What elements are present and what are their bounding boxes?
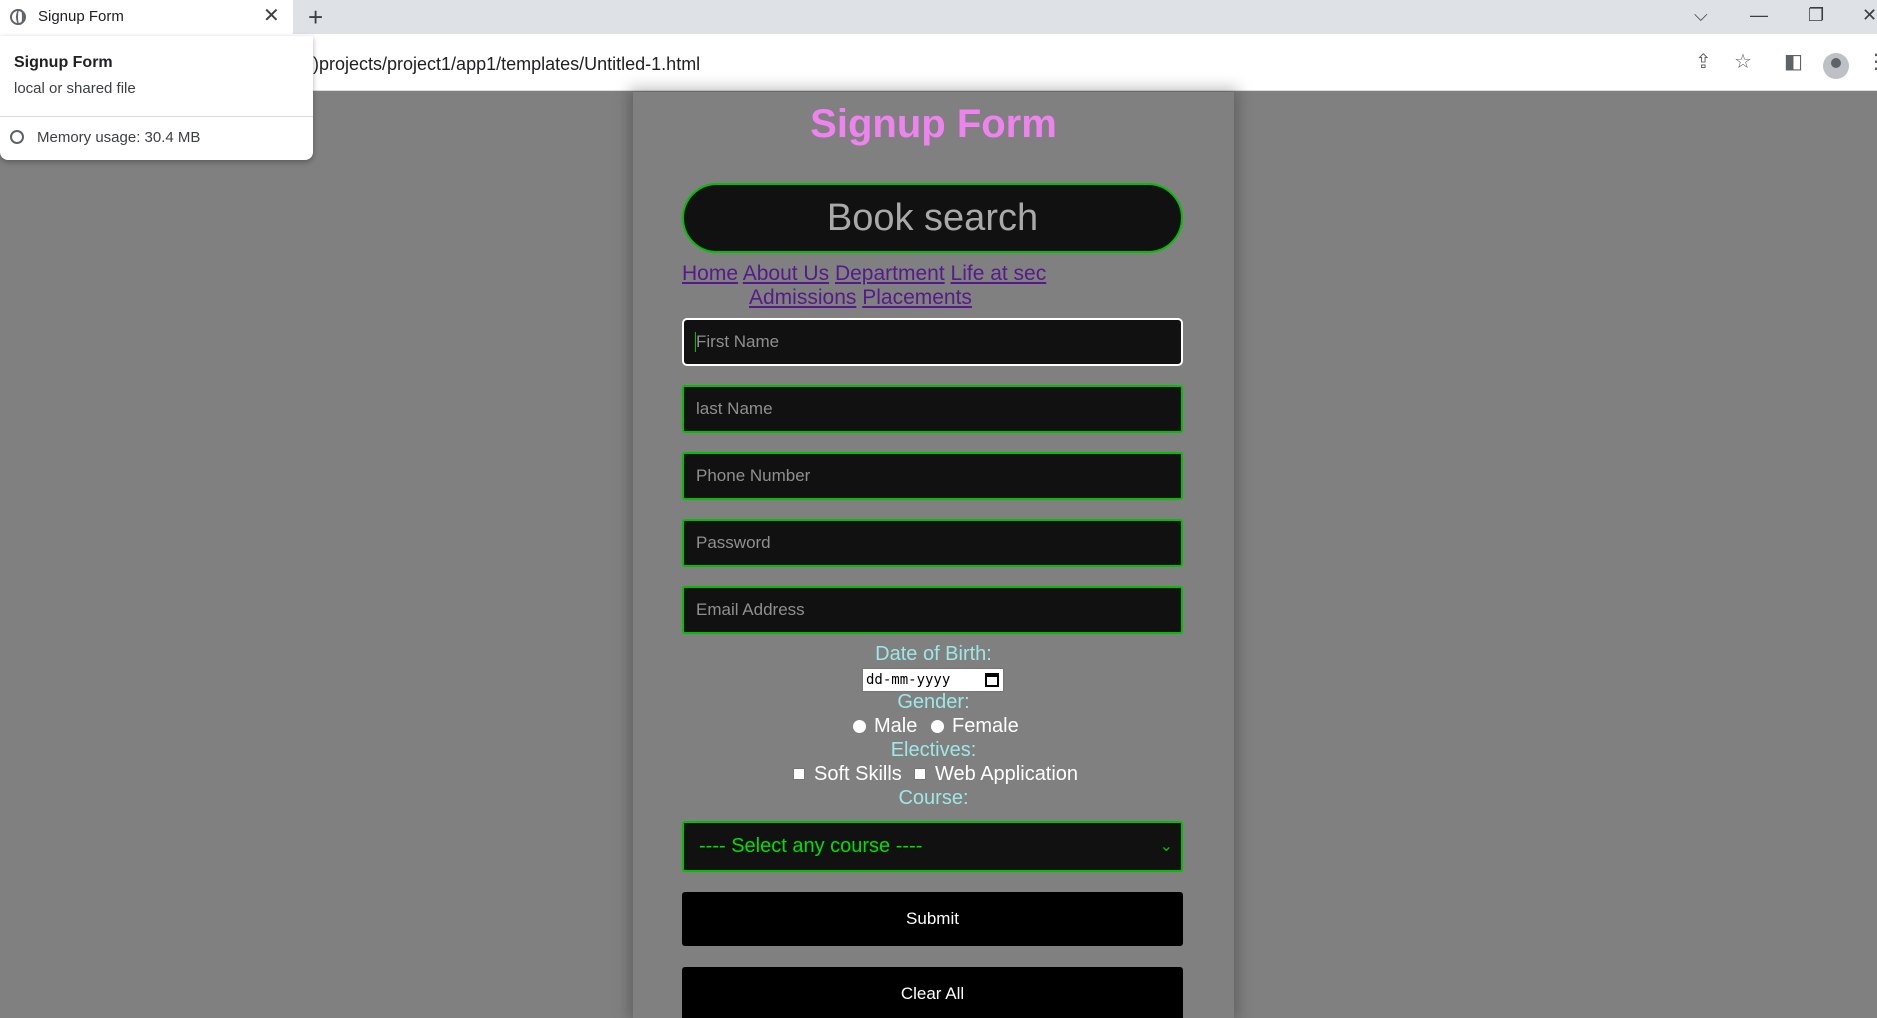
star-icon[interactable]: ☆ [1734, 51, 1752, 73]
gender-label: Gender: [897, 691, 970, 713]
nav-link-about[interactable]: About Us [743, 262, 829, 285]
dob-input[interactable]: dd-mm-yyyy [862, 668, 1004, 692]
profile-avatar[interactable] [1823, 53, 1849, 79]
nav-link-life-at-sec[interactable]: Life at sec [951, 262, 1047, 285]
memory-usage: Memory usage: 30.4 MB [37, 129, 201, 146]
dob-value: dd-mm-yyyy [866, 672, 951, 688]
web-application-checkbox[interactable] [914, 768, 926, 780]
tab-title: Signup Form [38, 8, 124, 25]
gender-female-radio[interactable] [931, 720, 944, 733]
gender-male-radio[interactable] [853, 720, 866, 733]
phone-number-input[interactable]: Phone Number [682, 452, 1183, 500]
web-application-label: Web Application [935, 763, 1079, 785]
soft-skills-checkbox[interactable] [793, 768, 805, 780]
dob-label: Date of Birth: [875, 643, 992, 665]
new-tab-icon[interactable]: + [308, 2, 323, 32]
nav-links: Home About Us Department Life at sec Adm… [682, 262, 1183, 310]
calendar-icon[interactable] [985, 673, 999, 687]
close-window-icon[interactable]: ✕ [1862, 4, 1877, 26]
nav-link-home[interactable]: Home [682, 262, 738, 285]
form-container: Signup Form Book search Home About Us De… [633, 92, 1234, 1018]
divider [0, 116, 313, 117]
gender-male-label: Male [874, 715, 918, 737]
nav-link-placements[interactable]: Placements [862, 286, 972, 309]
restore-icon[interactable]: ❐ [1808, 4, 1824, 26]
email-input[interactable]: Email Address [682, 586, 1183, 634]
gender-female-label: Female [952, 715, 1019, 737]
share-icon[interactable]: ⇪ [1695, 51, 1712, 73]
tab-search-icon[interactable]: ⌵ [1694, 4, 1708, 26]
nav-link-admissions[interactable]: Admissions [749, 286, 856, 309]
password-input[interactable]: Password [682, 519, 1183, 567]
hover-card-subtitle: local or shared file [14, 80, 136, 97]
page-viewport: Signup Form Book search Home About Us De… [0, 92, 1877, 1018]
close-tab-icon[interactable]: ✕ [263, 5, 280, 27]
course-select[interactable]: ---- Select any course ---- ⌄ [682, 821, 1183, 872]
search-input[interactable]: Book search [682, 183, 1183, 253]
menu-icon[interactable]: ⋮ [1866, 51, 1877, 73]
browser-tab[interactable]: Signup Form ✕ [0, 0, 293, 34]
tab-strip: Signup Form ✕ + ⌵ — ❐ ✕ [0, 0, 1877, 34]
hover-card-title: Signup Form [14, 54, 113, 71]
last-name-input[interactable]: last Name [682, 385, 1183, 433]
course-label: Course: [898, 787, 969, 809]
memory-icon [10, 130, 24, 144]
submit-button[interactable]: Submit [682, 892, 1183, 946]
soft-skills-label: Soft Skills [814, 763, 902, 785]
url-text[interactable]: )projects/project1/app1/templates/Untitl… [313, 54, 700, 75]
clear-all-button[interactable]: Clear All [682, 967, 1183, 1018]
tab-hover-card: Signup Form local or shared file Memory … [0, 36, 313, 160]
nav-link-department[interactable]: Department [835, 262, 945, 285]
side-panel-icon[interactable]: ◧ [1784, 51, 1803, 73]
first-name-input[interactable]: First Name [682, 318, 1183, 366]
page-title: Signup Form [810, 102, 1057, 146]
globe-icon [10, 9, 26, 25]
minimize-icon[interactable]: — [1750, 4, 1768, 26]
chevron-down-icon: ⌄ [1159, 838, 1173, 855]
electives-label: Electives: [890, 739, 977, 761]
course-select-value: ---- Select any course ---- [699, 835, 923, 857]
